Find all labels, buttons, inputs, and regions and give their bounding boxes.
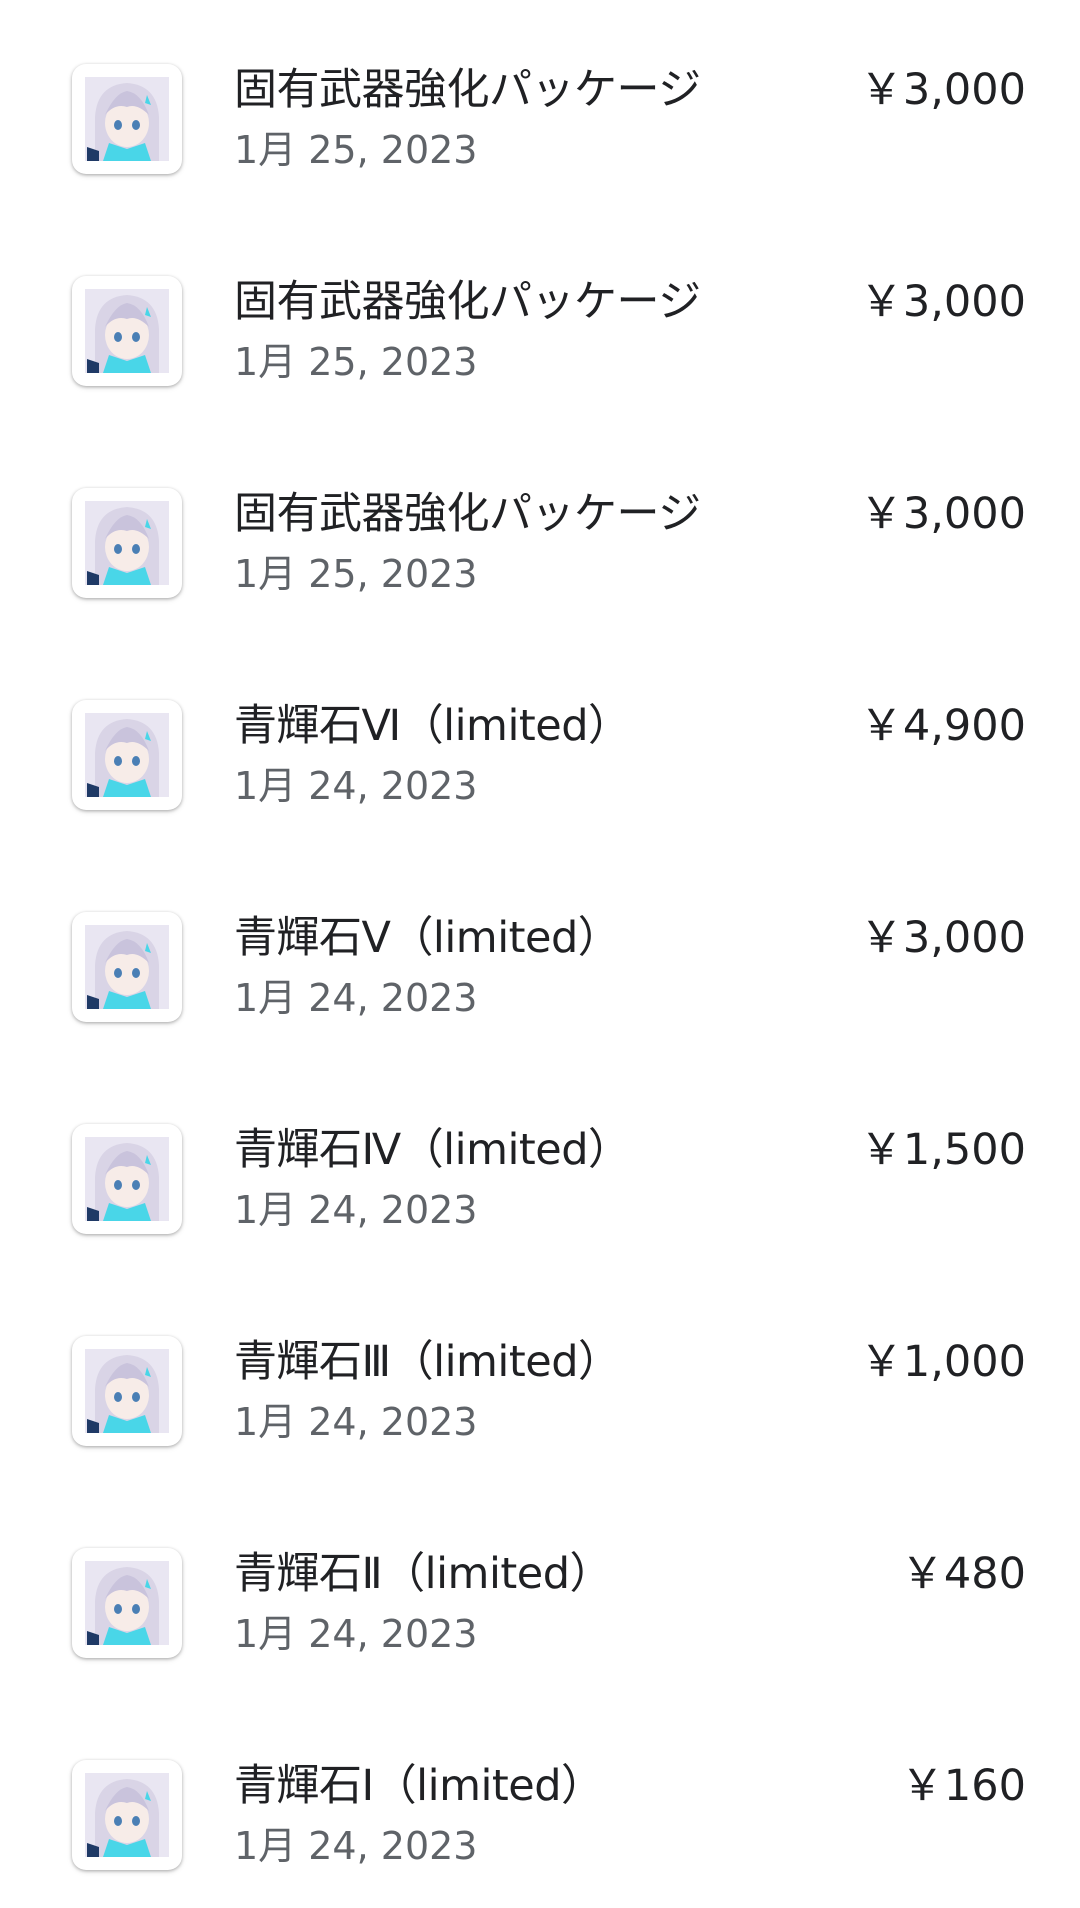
item-title: 青輝石Ⅱ（limited） — [234, 1549, 613, 1599]
item-date: 1月 24, 2023 — [234, 1188, 478, 1232]
game-character-icon — [72, 912, 182, 1022]
item-price: ￥3,000 — [859, 277, 1026, 327]
item-date: 1月 24, 2023 — [234, 1612, 478, 1656]
purchase-history-list: 固有武器強化パッケージ 1月 25, 2023 ￥3,000 固有武器強化パッケ… — [0, 0, 1080, 1890]
game-character-icon — [72, 276, 182, 386]
game-character-icon — [72, 1548, 182, 1658]
item-price: ￥160 — [900, 1761, 1026, 1811]
purchase-item[interactable]: 固有武器強化パッケージ 1月 25, 2023 ￥3,000 — [0, 0, 1080, 212]
item-date: 1月 25, 2023 — [234, 552, 478, 596]
item-price: ￥480 — [900, 1549, 1026, 1599]
item-price: ￥3,000 — [859, 913, 1026, 963]
item-price: ￥3,000 — [859, 65, 1026, 115]
purchase-item[interactable]: 青輝石Ⅴ（limited） 1月 24, 2023 ￥3,000 — [0, 848, 1080, 1060]
purchase-item[interactable]: 青輝石Ⅵ（limited） 1月 24, 2023 ￥4,900 — [0, 636, 1080, 848]
item-date: 1月 24, 2023 — [234, 1824, 478, 1868]
purchase-item[interactable]: 青輝石Ⅰ（limited） 1月 24, 2023 ￥160 — [0, 1696, 1080, 1908]
item-title: 青輝石Ⅲ（limited） — [234, 1337, 621, 1387]
game-character-icon — [72, 488, 182, 598]
game-character-icon — [72, 700, 182, 810]
item-price: ￥1,500 — [859, 1125, 1026, 1175]
game-character-icon — [72, 1760, 182, 1870]
item-price: ￥4,900 — [859, 701, 1026, 751]
item-title: 青輝石Ⅳ（limited） — [234, 1125, 631, 1175]
item-title: 固有武器強化パッケージ — [234, 65, 701, 115]
item-date: 1月 24, 2023 — [234, 976, 478, 1020]
game-character-icon — [72, 64, 182, 174]
purchase-item[interactable]: 青輝石Ⅱ（limited） 1月 24, 2023 ￥480 — [0, 1484, 1080, 1696]
item-title: 固有武器強化パッケージ — [234, 489, 701, 539]
purchase-item[interactable]: 固有武器強化パッケージ 1月 25, 2023 ￥3,000 — [0, 424, 1080, 636]
item-title: 青輝石Ⅰ（limited） — [234, 1761, 604, 1811]
game-character-icon — [72, 1124, 182, 1234]
item-title: 青輝石Ⅵ（limited） — [234, 701, 631, 751]
item-date: 1月 25, 2023 — [234, 340, 478, 384]
item-date: 1月 25, 2023 — [234, 128, 478, 172]
item-price: ￥3,000 — [859, 489, 1026, 539]
game-character-icon — [72, 1336, 182, 1446]
purchase-item[interactable]: 青輝石Ⅲ（limited） 1月 24, 2023 ￥1,000 — [0, 1272, 1080, 1484]
item-date: 1月 24, 2023 — [234, 1400, 478, 1444]
purchase-item[interactable]: 青輝石Ⅳ（limited） 1月 24, 2023 ￥1,500 — [0, 1060, 1080, 1272]
item-date: 1月 24, 2023 — [234, 764, 478, 808]
item-price: ￥1,000 — [859, 1337, 1026, 1387]
item-title: 固有武器強化パッケージ — [234, 277, 701, 327]
item-title: 青輝石Ⅴ（limited） — [234, 913, 621, 963]
purchase-item[interactable]: 固有武器強化パッケージ 1月 25, 2023 ￥3,000 — [0, 212, 1080, 424]
